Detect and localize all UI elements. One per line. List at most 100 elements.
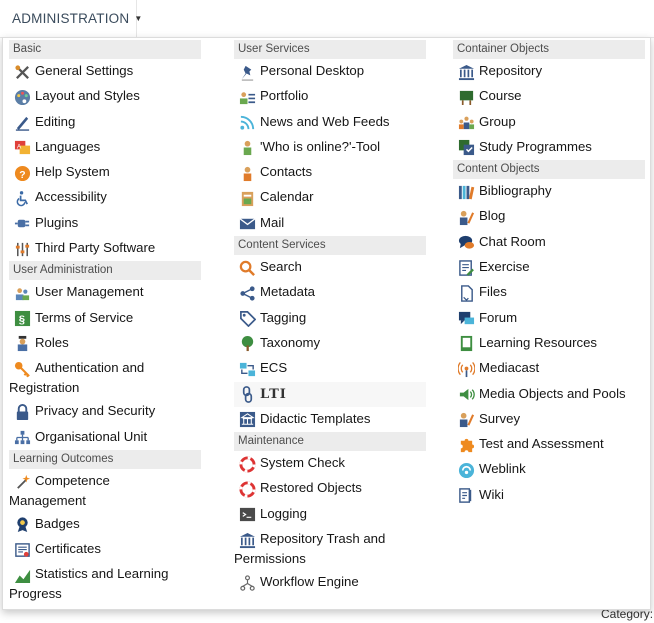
org-unit-icon (13, 429, 31, 447)
menu-item-competence-management[interactable]: Competence Management (9, 469, 201, 512)
wiki-icon (457, 487, 475, 505)
menu-item-statistics-and-learning-progress[interactable]: Statistics and Learning Progress (9, 562, 201, 605)
weblink-icon (457, 461, 475, 479)
study-programme-icon (457, 139, 475, 157)
search-icon (238, 259, 256, 277)
menu-item-user-management[interactable]: User Management (9, 280, 201, 305)
menu-item-didactic-templates[interactable]: Didactic Templates (234, 407, 426, 432)
person-icon (238, 139, 256, 157)
lifebuoy-icon (238, 455, 256, 473)
paragraph-icon: § (13, 310, 31, 328)
menu-item-weblink[interactable]: Weblink (453, 457, 645, 482)
menu-item-accessibility[interactable]: Accessibility (9, 185, 201, 210)
menu-item-tagging[interactable]: Tagging (234, 306, 426, 331)
course-icon (457, 88, 475, 106)
menu-item-roles[interactable]: Roles (9, 331, 201, 356)
section-header-content-objects: Content Objects (453, 160, 645, 180)
svg-text:?: ? (19, 169, 25, 180)
menu-item-chat-room[interactable]: Chat Room (453, 230, 645, 255)
menu-item-languages[interactable]: A Languages (9, 135, 201, 160)
menu-item-restored-objects[interactable]: Restored Objects (234, 476, 426, 501)
menu-item-third-party-software[interactable]: Third Party Software (9, 236, 201, 261)
puzzle-icon (457, 436, 475, 454)
lock-icon (13, 403, 31, 421)
menu-item-media-objects-and-pools[interactable]: Media Objects and Pools (453, 382, 645, 407)
menu-item-news-and-web-feeds[interactable]: News and Web Feeds (234, 110, 426, 135)
menu-item-wiki[interactable]: Wiki (453, 483, 645, 508)
exercise-icon (457, 259, 475, 277)
pen-icon (13, 114, 31, 132)
section-header-content-services: Content Services (234, 236, 426, 256)
menu-item-group[interactable]: Group (453, 110, 645, 135)
menu-item-files[interactable]: Files (453, 280, 645, 305)
bibliography-icon (457, 183, 475, 201)
menu-item-ecs[interactable]: ECS (234, 356, 426, 381)
administration-label: ADMINISTRATION (12, 11, 130, 26)
forum-icon (457, 310, 475, 328)
menu-item-help-system[interactable]: ? Help System (9, 160, 201, 185)
menu-item-workflow-engine[interactable]: Workflow Engine (234, 570, 426, 595)
template-icon (238, 411, 256, 429)
menu-item-contacts[interactable]: Contacts (234, 160, 426, 185)
role-icon (13, 335, 31, 353)
portfolio-icon (238, 88, 256, 106)
menu-item-metadata[interactable]: Metadata (234, 280, 426, 305)
menu-item-repository-trash-and-permissions[interactable]: Repository Trash and Permissions (234, 527, 426, 570)
blog-icon (457, 208, 475, 226)
column-2: User Services Personal Desktop Portfolio… (234, 40, 426, 595)
menu-item-forum[interactable]: Forum (453, 306, 645, 331)
speaker-icon (457, 386, 475, 404)
section-header-container-objects: Container Objects (453, 40, 645, 59)
menu-item-plugins[interactable]: Plugins (9, 211, 201, 236)
menu-item-privacy-and-security[interactable]: Privacy and Security (9, 399, 201, 424)
caret-down-icon: ▼ (134, 14, 143, 23)
menu-item-search[interactable]: Search (234, 255, 426, 280)
menu-item-bibliography[interactable]: Bibliography (453, 179, 645, 204)
menu-item-blog[interactable]: Blog (453, 204, 645, 229)
help-icon: ? (13, 164, 31, 182)
palette-icon (13, 88, 31, 106)
wand-icon (13, 473, 31, 491)
menu-item-authentication-and-registration[interactable]: Authentication and Registration (9, 356, 201, 399)
menu-item-layout-and-styles[interactable]: Layout and Styles (9, 84, 201, 109)
menu-item-test-and-assessment[interactable]: Test and Assessment (453, 432, 645, 457)
section-header-learning-outcomes: Learning Outcomes (9, 449, 201, 469)
learning-resources-icon (457, 335, 475, 353)
tag-icon (238, 310, 256, 328)
group-icon (457, 114, 475, 132)
menu-item-learning-resources[interactable]: Learning Resources (453, 331, 645, 356)
menu-item-organisational-unit[interactable]: Organisational Unit (9, 425, 201, 450)
menu-item-study-programmes[interactable]: Study Programmes (453, 135, 645, 160)
menu-item-portfolio[interactable]: Portfolio (234, 84, 426, 109)
repository-icon (238, 531, 256, 549)
menu-item-general-settings[interactable]: General Settings (9, 59, 201, 84)
section-header-user-administration: User Administration (9, 261, 201, 281)
tools-icon (13, 63, 31, 81)
menu-item-certificates[interactable]: Certificates (9, 537, 201, 562)
menu-item-course[interactable]: Course (453, 84, 645, 109)
certificate-icon (13, 541, 31, 559)
survey-icon (457, 411, 475, 429)
menu-item-taxonomy[interactable]: Taxonomy (234, 331, 426, 356)
menu-item-exercise[interactable]: Exercise (453, 255, 645, 280)
menu-item-terms-of-service[interactable]: § Terms of Service (9, 306, 201, 331)
menu-item-mail[interactable]: Mail (234, 211, 426, 236)
menu-item-system-check[interactable]: System Check (234, 451, 426, 476)
menu-item-personal-desktop[interactable]: Personal Desktop (234, 59, 426, 84)
menu-item-editing[interactable]: Editing (9, 110, 201, 135)
languages-icon: A (13, 139, 31, 157)
calendar-icon (238, 189, 256, 207)
menu-item-logging[interactable]: Logging (234, 502, 426, 527)
menu-item-calendar[interactable]: Calendar (234, 185, 426, 210)
menu-item-mediacast[interactable]: Mediacast (453, 356, 645, 381)
lifebuoy-icon (238, 480, 256, 498)
menu-item-who-is-online[interactable]: 'Who is online?'-Tool (234, 135, 426, 160)
ecs-icon (238, 360, 256, 378)
menu-item-badges[interactable]: Badges (9, 512, 201, 537)
menu-item-survey[interactable]: Survey (453, 407, 645, 432)
file-icon (457, 284, 475, 302)
administration-menu-button[interactable]: ADMINISTRATION ▼ (0, 0, 142, 38)
menu-item-lti[interactable]: LTI (234, 381, 426, 407)
column-3: Container Objects Repository Course Grou… (453, 40, 645, 508)
menu-item-repository[interactable]: Repository (453, 59, 645, 84)
